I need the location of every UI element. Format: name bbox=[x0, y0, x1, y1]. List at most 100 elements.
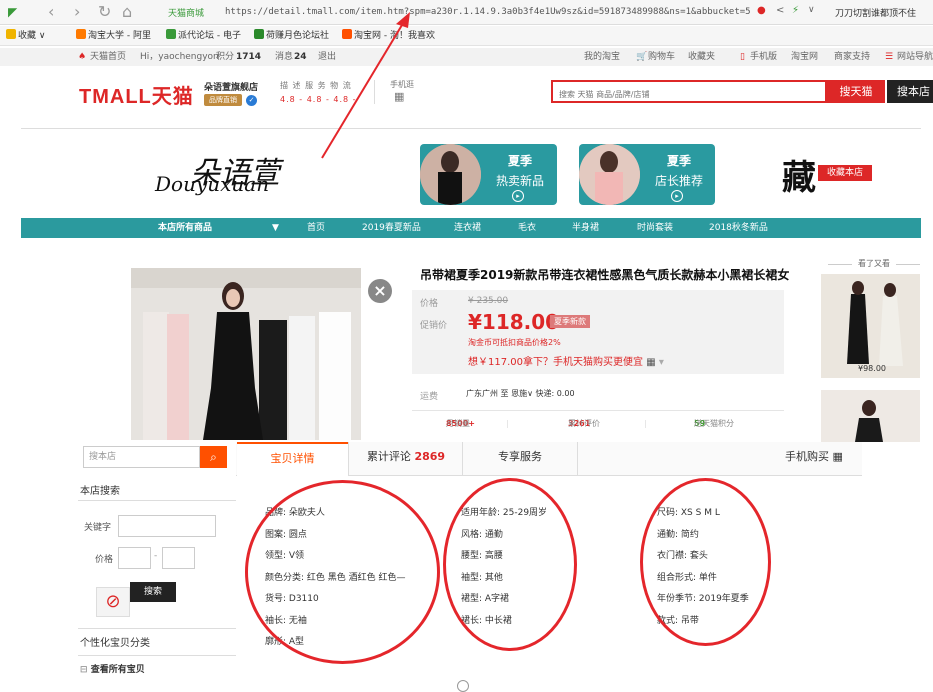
promo-price-label: 促销价 bbox=[420, 321, 448, 331]
ratings-values: 4.8 - 4.8 - 4.8 - bbox=[280, 95, 357, 104]
bookmark-item[interactable]: 收藏 ∨ bbox=[6, 26, 45, 46]
price-label: 价格 bbox=[420, 299, 439, 309]
promo-manager-picks[interactable]: 夏季 店长推荐 ▸ bbox=[579, 144, 715, 205]
nav-dresses[interactable]: 连衣裙 bbox=[454, 218, 481, 238]
nav-2018-autumn[interactable]: 2018秋冬新品 bbox=[709, 218, 768, 238]
promo-hot-new[interactable]: 夏季 热卖新品 ▸ bbox=[420, 144, 557, 205]
search-input[interactable] bbox=[553, 85, 825, 104]
bookmark-item[interactable]: 淘宝网 - 淘！我喜欢 bbox=[342, 26, 435, 46]
extension-icon[interactable]: ● bbox=[757, 5, 766, 16]
browser-logo-icon: ◤ bbox=[8, 5, 18, 19]
logout-link[interactable]: 退出 bbox=[318, 48, 336, 66]
coin-discount-note[interactable]: 淘金币可抵扣商品价格2% bbox=[468, 337, 561, 348]
cart-link[interactable]: 购物车 bbox=[648, 48, 675, 66]
recommended-item[interactable] bbox=[821, 390, 920, 442]
seller-support-link[interactable]: 商家支持 bbox=[834, 48, 870, 66]
messages-label[interactable]: 消息 bbox=[275, 48, 293, 66]
tmall-home-link[interactable]: 天猫首页 bbox=[90, 48, 126, 66]
taobao-link[interactable]: 淘宝网 bbox=[791, 48, 818, 66]
mobile-label: 手机逛 bbox=[390, 80, 414, 89]
blocked-icon: ⊘ bbox=[96, 587, 130, 617]
favorites-link[interactable]: 收藏夹 bbox=[688, 48, 715, 66]
store-search-button[interactable]: 搜索 bbox=[130, 582, 176, 602]
store-search-input[interactable]: 搜本店 bbox=[83, 446, 200, 468]
promo-image bbox=[420, 144, 481, 205]
greeting[interactable]: Hi，yaochengyon bbox=[140, 48, 219, 66]
all-items-label: 查看所有宝贝 bbox=[90, 665, 145, 675]
price-min-input[interactable] bbox=[118, 547, 151, 569]
qr-code-icon: ▦ bbox=[832, 450, 843, 463]
bookmark-item[interactable]: 荷赚月色论坛社 bbox=[254, 26, 329, 46]
flash-icon[interactable]: ⚡ bbox=[792, 5, 799, 16]
sales-label: 月销量 bbox=[446, 419, 470, 428]
mobile-shop[interactable]: 手机逛 ▦ bbox=[390, 79, 414, 103]
site-nav-link[interactable]: 网站导航 bbox=[897, 48, 933, 66]
shop-name[interactable]: 朵语萱旗舰店 bbox=[204, 80, 258, 93]
divider bbox=[21, 128, 921, 129]
paidai-icon bbox=[166, 29, 176, 39]
chevron-down-icon[interactable]: ▼ bbox=[272, 218, 279, 238]
shop-ratings: 描 述 服 务 物 流 4.8 - 4.8 - 4.8 - bbox=[280, 79, 357, 107]
tab-details[interactable]: 宝贝详情 bbox=[237, 442, 348, 476]
shipping-info[interactable]: 广东广州 至 恩施∨ 快递: 0.00 bbox=[466, 388, 575, 399]
promo-line1: 夏季 bbox=[666, 154, 691, 168]
reviews-label: 累计评价 bbox=[568, 419, 600, 428]
forward-icon[interactable]: › bbox=[74, 2, 80, 22]
collect-glyph: 藏 bbox=[782, 158, 816, 198]
nav-home[interactable]: 首页 bbox=[307, 218, 325, 238]
messages-count[interactable]: 24 bbox=[294, 48, 307, 66]
promo-line1: 夏季 bbox=[507, 154, 532, 168]
bookmark-item[interactable]: 派代论坛 - 电子 bbox=[166, 26, 241, 46]
recommended-item[interactable] bbox=[821, 274, 920, 378]
price-max-input[interactable] bbox=[162, 547, 195, 569]
app-price-note[interactable]: 想￥117.00拿下？手机天猫购买更便宜 ▦ ▾ bbox=[468, 353, 664, 368]
search-tmall-button[interactable]: 搜天猫 bbox=[827, 80, 885, 103]
tab-reviews[interactable]: 累计评论 2869 bbox=[350, 442, 462, 476]
view-all-items-link[interactable]: ⊟ 查看所有宝贝 bbox=[80, 662, 145, 675]
chevron-down-icon[interactable]: ∨ bbox=[808, 5, 815, 15]
search-icon[interactable]: ⌕ bbox=[200, 446, 227, 468]
points-label: 送天猫积分 bbox=[694, 419, 734, 428]
search-shop-button[interactable]: 搜本店 bbox=[887, 80, 933, 103]
mobile-link[interactable]: 手机版 bbox=[750, 48, 777, 66]
cart-icon: 🛒 bbox=[636, 52, 648, 62]
back-icon[interactable]: ‹ bbox=[48, 2, 54, 22]
search-field[interactable] bbox=[551, 80, 827, 104]
address-bar[interactable]: https://detail.tmall.com/item.htm?spm=a2… bbox=[225, 3, 845, 21]
bookmark-item[interactable]: 淘宝大学 - 阿里 bbox=[76, 26, 151, 46]
play-icon: ▸ bbox=[671, 190, 683, 202]
divider bbox=[78, 628, 236, 629]
tab-service[interactable]: 专享服务 bbox=[464, 442, 576, 476]
close-icon[interactable]: × bbox=[368, 279, 392, 303]
star-icon bbox=[6, 29, 16, 39]
favorite-shop-button[interactable]: 收藏本店 bbox=[818, 165, 872, 181]
home-icon[interactable]: ⌂ bbox=[122, 2, 132, 22]
minus-icon: ⊟ bbox=[80, 665, 88, 675]
nav-2019-spring[interactable]: 2019春夏新品 bbox=[362, 218, 421, 238]
keyword-input[interactable] bbox=[118, 515, 216, 537]
nav-sweaters[interactable]: 毛衣 bbox=[518, 218, 536, 238]
qr-code-icon: ▦ bbox=[394, 90, 405, 103]
share-icon[interactable]: < bbox=[776, 5, 784, 16]
points-label: 积分 bbox=[216, 52, 235, 62]
my-taobao-link[interactable]: 我的淘宝 bbox=[584, 48, 620, 66]
nav-skirts[interactable]: 半身裙 bbox=[572, 218, 599, 238]
divider: | bbox=[506, 419, 509, 428]
nav-sets[interactable]: 时尚套装 bbox=[637, 218, 673, 238]
browser-search-hint[interactable]: 刀刀切割谁都顶不住 bbox=[835, 6, 916, 19]
divider bbox=[78, 500, 236, 501]
bookmark-label: 荷赚月色论坛社 bbox=[266, 31, 330, 41]
product-title: 吊带裙夏季2019新款吊带连衣裙性感黑色气质长款赫本小黑裙长裙女 bbox=[420, 268, 790, 282]
reload-icon[interactable]: ↻ bbox=[98, 2, 111, 22]
tmall-logo[interactable]: TMALL天猫 bbox=[79, 80, 194, 109]
reviews-tab-label: 累计评论 bbox=[366, 450, 411, 463]
product-video[interactable] bbox=[131, 268, 361, 440]
site-security-label: 天猫商城 bbox=[168, 9, 205, 19]
shop-badge: 品牌直销 bbox=[204, 94, 242, 106]
verified-icon: ✓ bbox=[246, 95, 257, 106]
nav-all-items[interactable]: 本店所有商品 bbox=[158, 218, 212, 238]
total-reviews[interactable]: 累计评价 3261 bbox=[568, 411, 600, 437]
tab-mobile-buy[interactable]: 手机购买 ▦ bbox=[785, 442, 865, 476]
ratings-label: 描 述 服 务 物 流 bbox=[280, 81, 352, 90]
promo-image bbox=[579, 144, 640, 205]
